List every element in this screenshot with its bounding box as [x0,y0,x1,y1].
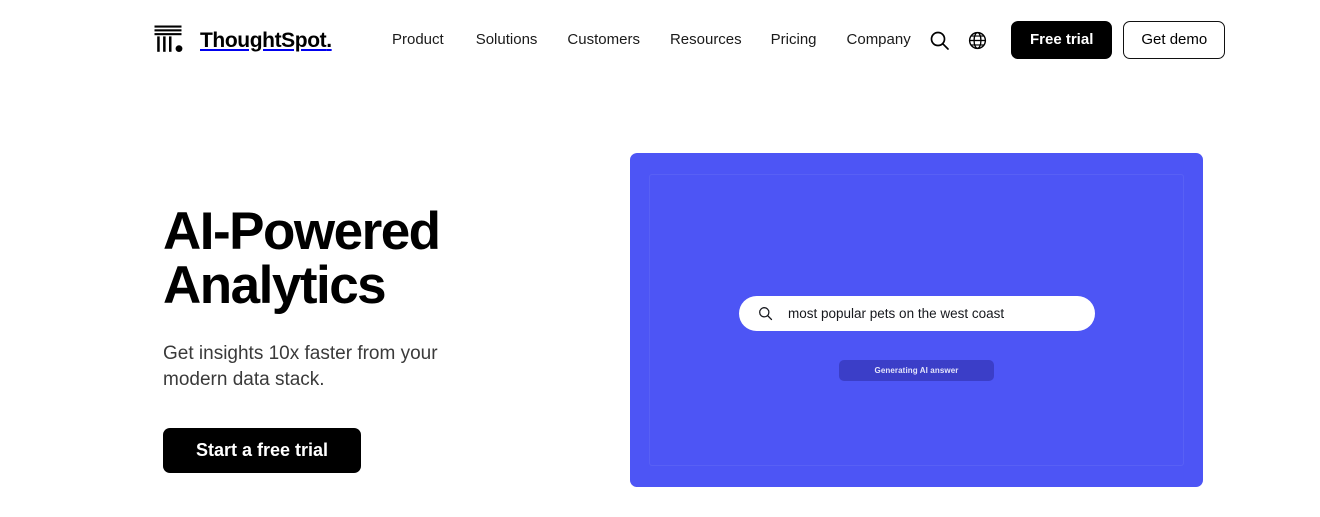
nav-item-solutions[interactable]: Solutions [476,28,538,52]
search-input-value: most popular pets on the west coast [788,305,1005,321]
free-trial-button[interactable]: Free trial [1011,21,1113,59]
hero-subtitle: Get insights 10x faster from your modern… [163,343,438,390]
product-demo-panel: most popular pets on the west coast Gene… [630,153,1203,487]
globe-icon[interactable] [964,27,990,53]
search-icon[interactable] [926,27,952,53]
nav-item-pricing[interactable]: Pricing [771,28,817,52]
brand-name-text: ThoughtSpot [200,28,327,52]
panel-stage: most popular pets on the west coast Gene… [630,153,1203,487]
brand-logo-link[interactable]: ThoughtSpot. [153,20,332,60]
get-demo-button[interactable]: Get demo [1123,21,1226,59]
hero-title-line-1: AI-Powered [163,202,441,261]
page-title: AI-Powered Analytics [163,205,593,313]
search-icon [757,306,773,322]
nav-item-company[interactable]: Company [847,28,911,52]
hero-title-line-2: Analytics [163,256,387,315]
search-input[interactable]: most popular pets on the west coast [739,296,1095,331]
nav-item-customers[interactable]: Customers [567,28,640,52]
header-actions: Free trial Get demo [926,21,1226,59]
brand-name-suffix: . [326,28,332,52]
status-badge-label: Generating AI answer [874,365,959,375]
brand-name: ThoughtSpot. [200,30,332,51]
nav-item-product[interactable]: Product [392,28,444,52]
hero-left-content: AI-Powered Analytics Get insights 10x fa… [163,205,593,473]
status-badge-generating: Generating AI answer [839,360,994,381]
nav-item-resources[interactable]: Resources [670,28,742,52]
main-navigation: Product Solutions Customers Resources Pr… [392,28,911,52]
site-header: ThoughtSpot. Product Solutions Customers… [0,0,1320,80]
thoughtspot-logo-icon [153,22,189,58]
start-free-trial-button[interactable]: Start a free trial [163,428,362,473]
